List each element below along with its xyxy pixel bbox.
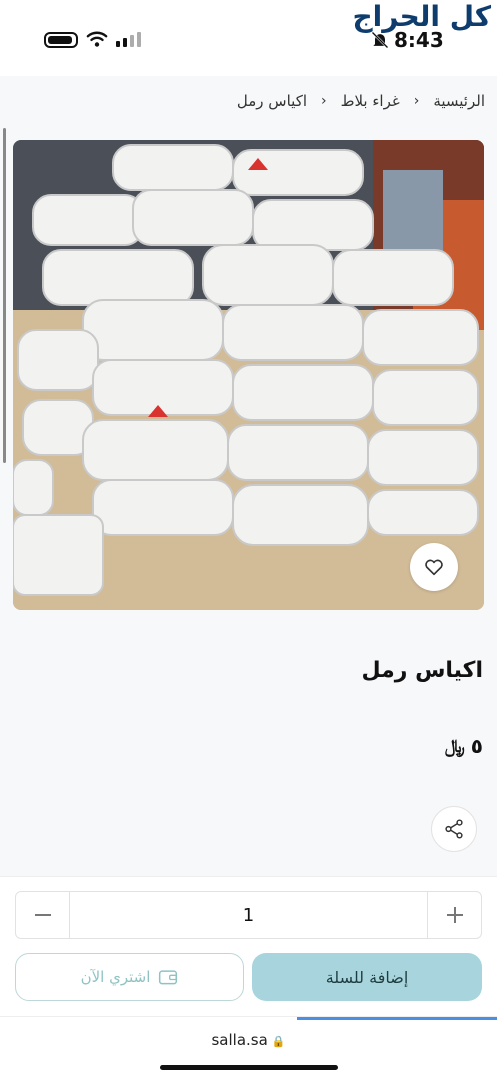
decrease-quantity-button[interactable] (16, 892, 70, 938)
breadcrumb-home[interactable]: الرئيسية (433, 92, 485, 110)
product-image[interactable] (13, 140, 484, 610)
breadcrumb-current: اكياس رمل (236, 92, 307, 110)
quantity-stepper: 1 (15, 891, 482, 939)
address-bar[interactable]: salla.sa 🔒 (0, 1031, 497, 1049)
status-bar: كل الحراج 8:43 (0, 0, 497, 76)
buy-now-button[interactable]: اشتري الآن (15, 953, 244, 1001)
purchase-panel: 1 اشتري الآن إضافة للسلة (0, 876, 497, 1016)
product-title: اكياس رمل (361, 658, 483, 683)
wallet-icon (159, 970, 178, 985)
chevron-icon: ‹ (321, 93, 327, 109)
battery-icon (44, 32, 78, 48)
buy-now-label: اشتري الآن (80, 968, 151, 986)
bell-muted-icon (371, 31, 389, 49)
wishlist-button[interactable] (410, 543, 458, 591)
add-to-cart-label: إضافة للسلة (325, 967, 409, 987)
heart-icon (425, 559, 443, 576)
clock: 8:43 (394, 28, 444, 52)
home-indicator[interactable] (160, 1065, 338, 1070)
url-text: salla.sa (211, 1031, 268, 1049)
currency-symbol: ﷼ (444, 735, 465, 757)
price-value: ٥ (470, 734, 483, 758)
breadcrumb-category[interactable]: غراء بلاط (341, 92, 400, 110)
wifi-icon (86, 31, 108, 47)
quantity-input[interactable]: 1 (70, 892, 427, 938)
price: ٥ ﷼ (445, 734, 483, 758)
breadcrumb: الرئيسية ‹ غراء بلاط ‹ اكياس رمل (237, 92, 485, 110)
scrollbar[interactable] (3, 128, 6, 463)
share-button[interactable] (431, 806, 477, 852)
browser-bar: salla.sa 🔒 (0, 1016, 497, 1080)
page-load-progress (297, 1017, 497, 1020)
signal-icon (116, 32, 141, 47)
share-icon (445, 819, 463, 839)
add-to-cart-button[interactable]: إضافة للسلة (252, 953, 482, 1001)
increase-quantity-button[interactable] (427, 892, 481, 938)
minus-icon (34, 914, 51, 916)
plus-icon (446, 907, 463, 923)
chevron-icon: ‹ (413, 93, 420, 109)
sandbags-photo (13, 140, 484, 610)
lock-icon: 🔒 (271, 1035, 286, 1048)
